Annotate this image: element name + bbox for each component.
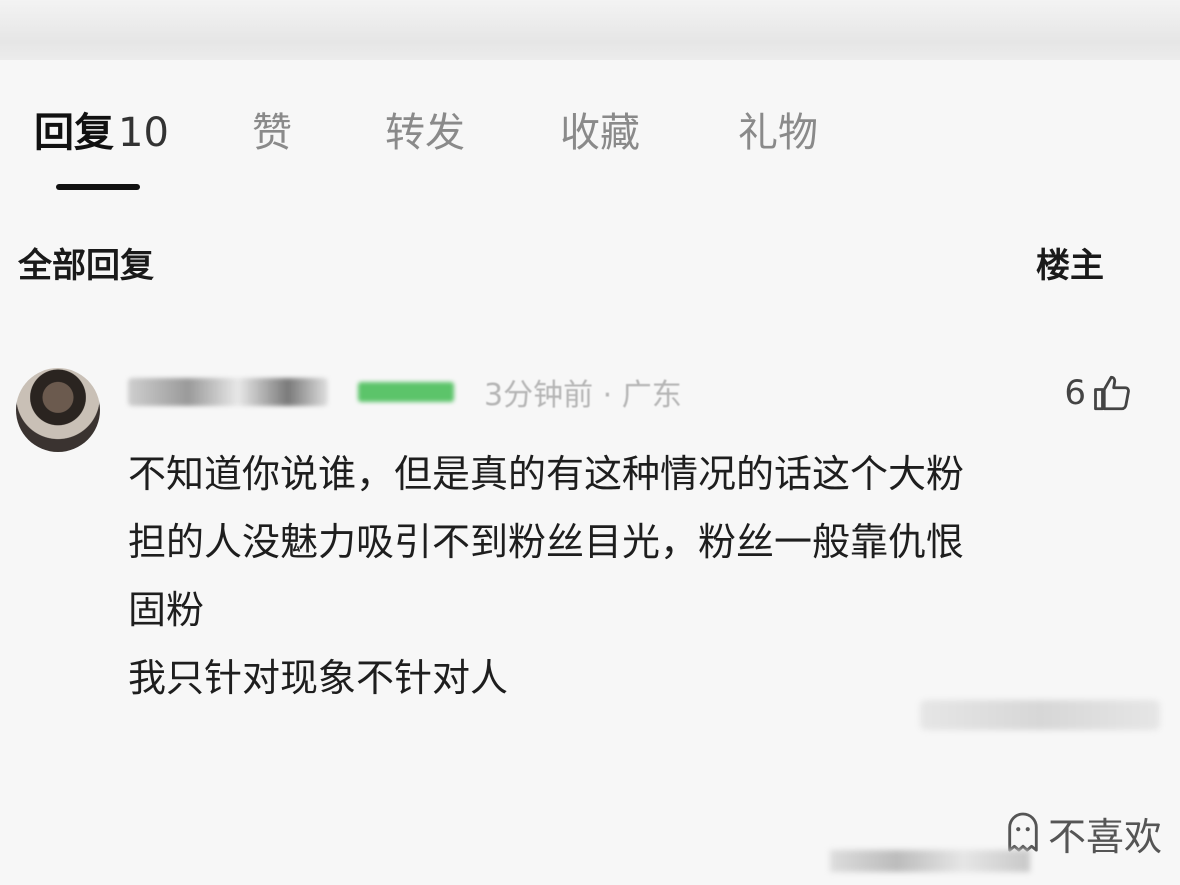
tab-likes[interactable]: 赞 — [252, 100, 292, 170]
tab-replies[interactable]: 回复 10 — [34, 100, 169, 170]
tab-reposts-label: 转发 — [385, 110, 465, 156]
thumbs-up-icon — [1094, 375, 1130, 411]
username-redacted[interactable] — [128, 378, 328, 406]
redacted-bottom-content — [830, 850, 1030, 872]
active-tab-indicator — [56, 184, 140, 190]
comment-body: 不知道你说谁，但是真的有这种情况的话这个大粉 担的人没魅力吸引不到粉丝目光，粉丝… — [128, 440, 1138, 712]
user-badge-redacted — [358, 382, 454, 402]
redacted-watermark — [920, 700, 1160, 730]
like-count: 6 — [1064, 373, 1086, 413]
tab-favorites[interactable]: 收藏 — [560, 100, 640, 170]
tab-favorites-label: 收藏 — [560, 110, 640, 156]
top-divider-strip — [0, 0, 1180, 60]
comment-time-location: 3分钟前 · 广东 — [484, 378, 682, 413]
dislike-face-icon — [1008, 812, 1038, 852]
tab-reposts[interactable]: 转发 — [385, 100, 465, 170]
tab-replies-count: 10 — [118, 110, 169, 156]
dislike-label: 不喜欢 — [1047, 814, 1162, 859]
tab-gifts-label: 礼物 — [738, 110, 818, 156]
reply-filter-row: 全部回复 楼主 — [0, 230, 1180, 290]
tab-gifts[interactable]: 礼物 — [738, 100, 818, 170]
comment-line: 担的人没魅力吸引不到粉丝目光，粉丝一般靠仇恨 — [128, 520, 965, 564]
tab-bar: 回复 10 赞 转发 收藏 礼物 — [0, 100, 1180, 170]
all-replies-filter[interactable]: 全部回复 — [18, 238, 154, 287]
tab-likes-label: 赞 — [252, 110, 292, 156]
like-button[interactable]: 6 — [1064, 368, 1134, 418]
comment-line: 固粉 — [128, 588, 205, 632]
tab-replies-label: 回复 — [34, 110, 114, 156]
comment-meta: 3分钟前 · 广东 — [128, 370, 682, 420]
comment-item: 3分钟前 · 广东 6 不知道你说谁，但是真的有这种情况的话这个大粉 担的人没魅… — [0, 360, 1180, 720]
owner-only-filter[interactable]: 楼主 — [1036, 238, 1104, 287]
comment-line: 不知道你说谁，但是真的有这种情况的话这个大粉 — [128, 452, 965, 496]
avatar[interactable] — [16, 368, 100, 452]
